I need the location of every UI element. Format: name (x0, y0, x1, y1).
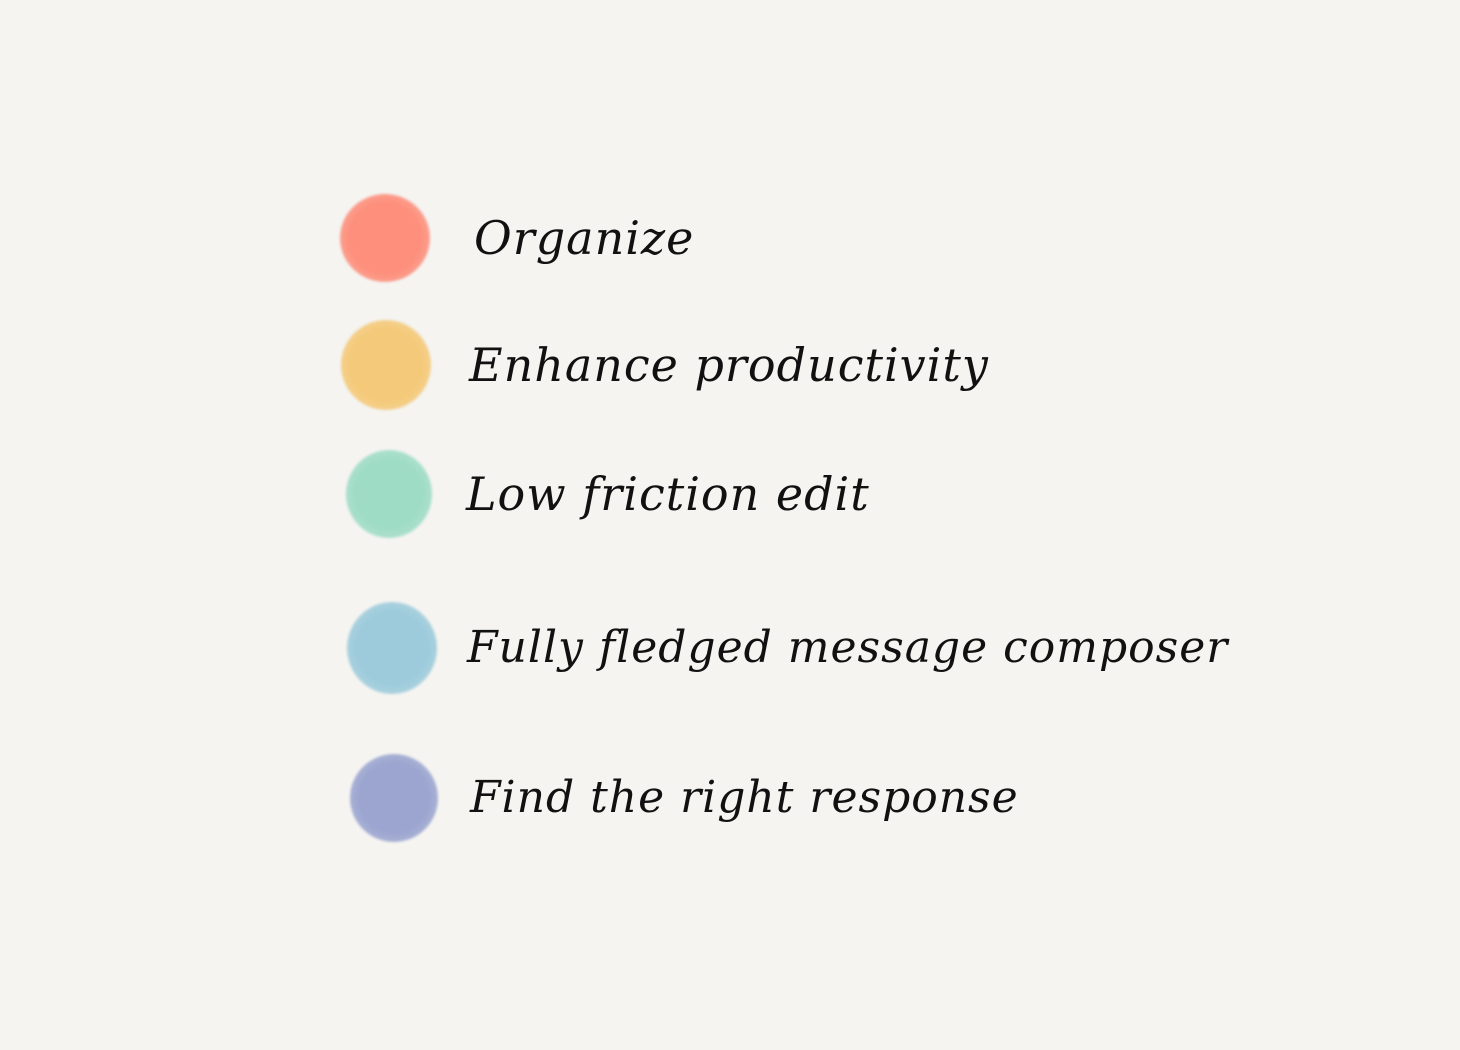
list-item-enhance-productivity: Enhance productivity (341, 320, 989, 410)
item-label: Enhance productivity (469, 338, 989, 392)
item-label: Fully fledged message composer (467, 622, 1229, 673)
list-item-find-response: Find the right response (350, 754, 1019, 842)
color-dot-yellow (341, 320, 431, 410)
list-item-message-composer: Fully fledged message composer (347, 602, 1228, 694)
list-item-low-friction-edit: Low friction edit (346, 450, 870, 538)
list-item-organize: Organize (340, 194, 694, 282)
color-dot-green (346, 450, 432, 538)
item-label: Low friction edit (466, 467, 870, 521)
color-dot-red (340, 194, 430, 282)
sketch-canvas: Organize Enhance productivity Low fricti… (0, 0, 1460, 1050)
color-dot-purple (350, 754, 438, 842)
item-label: Organize (474, 211, 695, 265)
item-label: Find the right response (470, 772, 1019, 823)
color-dot-blue (347, 602, 437, 694)
